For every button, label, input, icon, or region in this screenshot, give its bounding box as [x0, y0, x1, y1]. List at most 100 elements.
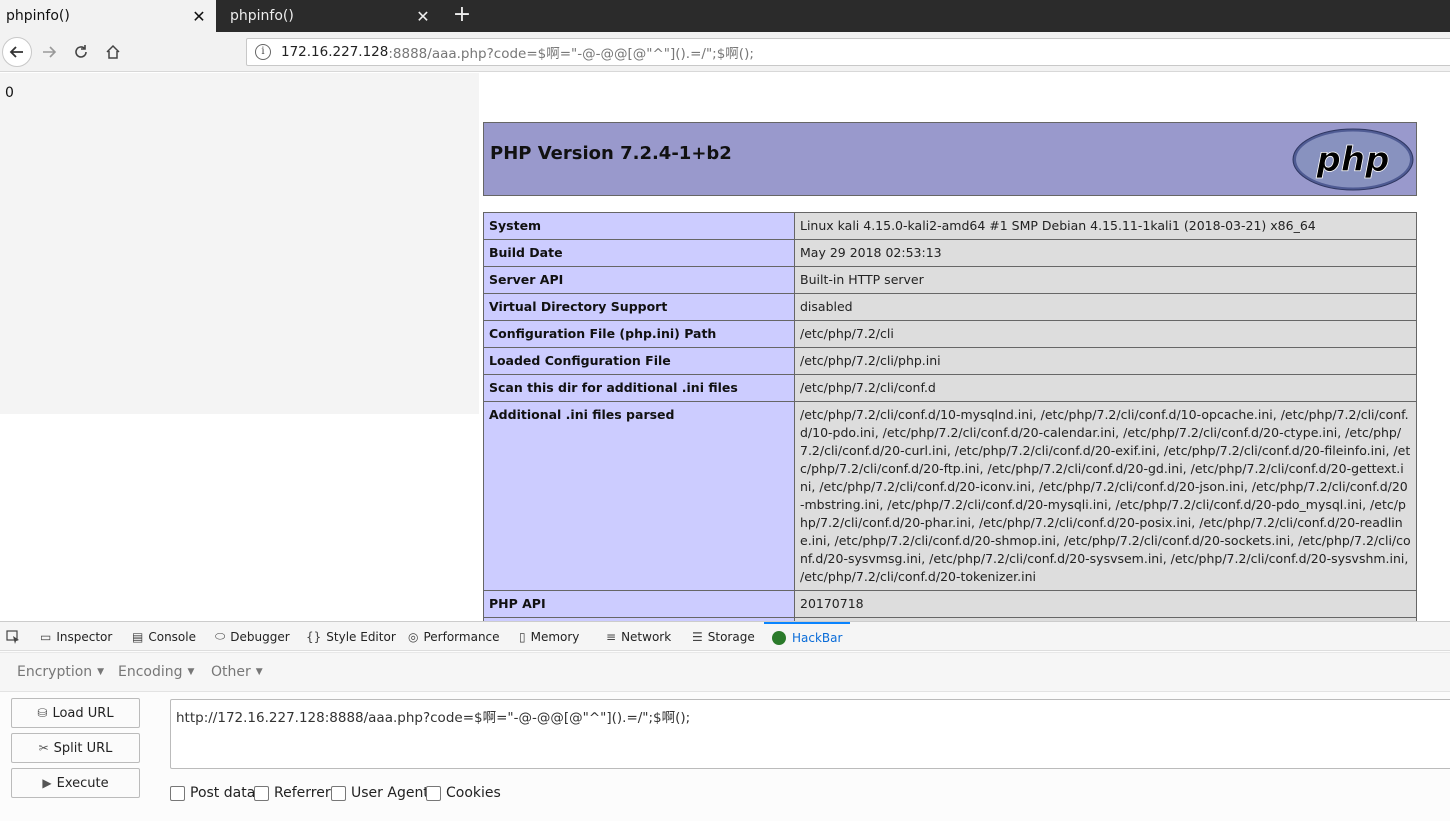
devtools-tab-label: Storage [707, 629, 755, 644]
menu-label: Encryption [17, 664, 93, 680]
page-content: 0 PHP Version 7.2.4-1+b2 php System Linux… [0, 73, 1450, 621]
tab-hackbar[interactable]: HackBar [764, 622, 851, 651]
execute-button[interactable]: ▶ Execute [11, 768, 140, 798]
menu-encryption[interactable]: Encryption ▼ [17, 664, 104, 680]
button-label: Load URL [52, 705, 114, 721]
navigation-toolbar: i 172.16.227.128:8888/aaa.php?code=$啊="-… [0, 32, 1450, 72]
hackbar-url-textarea[interactable]: http://172.16.227.128:8888/aaa.php?code=… [170, 699, 1450, 769]
php-info-value: /etc/php/7.2/cli/conf.d/10-mysqlnd.ini, … [794, 401, 1417, 591]
cookies-checkbox[interactable]: Cookies [426, 785, 501, 801]
new-tab-button[interactable]: + [448, 0, 476, 32]
php-info-key: Configuration File (php.ini) Path [483, 320, 795, 348]
php-info-value: /etc/php/7.2/cli [794, 320, 1417, 348]
element-picker-icon [6, 629, 19, 644]
php-info-key: Server API [483, 266, 795, 294]
back-button[interactable] [2, 37, 32, 67]
devtools-toolbar: ▭ Inspector ▤ Console ⬭ Debugger {} Style Ed… [0, 622, 1450, 651]
menu-other[interactable]: Other ▼ [211, 664, 263, 680]
hackbar-menu-bar: Encryption ▼ Encoding ▼ Other ▼ [0, 652, 1450, 692]
php-info-value: 20170718 [794, 590, 1417, 618]
php-info-row: PHP API 20170718 [483, 590, 1417, 618]
address-bar[interactable]: i 172.16.227.128:8888/aaa.php?code=$啊="-… [246, 38, 1450, 66]
php-info-key: Virtual Directory Support [483, 293, 795, 321]
button-label: Execute [56, 775, 109, 791]
browser-tab-active[interactable]: phpinfo() ✕ [0, 0, 216, 32]
php-info-value: /etc/php/7.2/cli/conf.d [794, 374, 1417, 402]
browser-tab[interactable]: phpinfo() ✕ [224, 0, 440, 32]
console-icon: ▤ [132, 629, 144, 644]
checkbox-box[interactable] [331, 785, 346, 801]
tab-inspector[interactable]: ▭ Inspector [40, 622, 112, 651]
devtools-tab-label: HackBar [792, 630, 843, 645]
close-icon[interactable]: ✕ [190, 7, 208, 26]
checkbox-box[interactable] [170, 785, 185, 801]
echo-output-text: 0 [5, 85, 14, 101]
chevron-down-icon: ▼ [97, 667, 105, 677]
forward-button[interactable] [34, 37, 64, 67]
checkbox-box[interactable] [426, 785, 441, 801]
split-url-button[interactable]: ✂ Split URL [11, 733, 140, 763]
php-info-value: Built-in HTTP server [794, 266, 1417, 294]
referrer-checkbox[interactable]: Referrer [254, 785, 331, 801]
php-info-key: System [483, 212, 795, 240]
php-info-value: disabled [794, 293, 1417, 321]
tab-network[interactable]: ≡ Network [606, 622, 671, 651]
home-button[interactable] [98, 37, 128, 67]
php-info-key: Additional .ini files parsed [483, 401, 795, 591]
devtools-tab-label: Inspector [56, 629, 113, 644]
back-arrow-icon [9, 46, 23, 58]
reload-button[interactable] [66, 37, 96, 67]
inspector-icon: ▭ [40, 629, 52, 644]
element-picker-button[interactable] [6, 622, 20, 651]
braces-icon: {} [306, 629, 322, 644]
php-info-value: /etc/php/7.2/cli/php.ini [794, 347, 1417, 375]
tab-performance[interactable]: ◎ Performance [408, 622, 500, 651]
php-info-row: Additional .ini files parsed/etc/php/7.2… [483, 401, 1417, 591]
post-data-checkbox[interactable]: Post data [170, 785, 255, 801]
php-info-row: Loaded Configuration File/etc/php/7.2/cl… [483, 347, 1417, 375]
scissors-icon: ✂ [38, 741, 49, 755]
devtools-tab-label: Memory [530, 629, 580, 644]
chevron-down-icon: ▼ [255, 667, 263, 677]
browser-tab-bar: phpinfo() ✕ phpinfo() ✕ + [0, 0, 1450, 32]
chevron-down-icon: ▼ [187, 667, 195, 677]
php-info-key: Build Date [483, 239, 795, 267]
php-info-table: System Linux kali 4.15.0-kali2-amd64 #1 S… [483, 212, 1417, 621]
debugger-icon: ⬭ [215, 629, 226, 643]
load-url-icon: ⛁ [37, 706, 48, 720]
network-icon: ≡ [606, 629, 617, 644]
forward-arrow-icon [43, 46, 57, 58]
php-info-row: Build Date May 29 2018 02:53:13 [483, 239, 1417, 267]
tab-console[interactable]: ▤ Console [132, 622, 196, 651]
checkbox-box[interactable] [254, 785, 269, 801]
user-agent-checkbox[interactable]: User Agent [331, 785, 429, 801]
info-icon[interactable]: i [255, 44, 271, 60]
url-host: 172.16.227.128 [281, 44, 389, 60]
devtools-tab-label: Console [148, 629, 196, 644]
php-info-row: System Linux kali 4.15.0-kali2-amd64 #1 S… [483, 212, 1417, 240]
tab-storage[interactable]: ☰ Storage [692, 622, 755, 651]
php-info-key: Scan this dir for additional .ini files [483, 374, 795, 402]
devtools-tab-label: Debugger [230, 629, 290, 644]
load-url-button[interactable]: ⛁ Load URL [11, 698, 140, 728]
tab-style-editor[interactable]: {} Style Editor [306, 622, 396, 651]
menu-label: Other [211, 664, 251, 680]
tab-debugger[interactable]: ⬭ Debugger [215, 622, 290, 651]
php-info-key: PHP API [483, 590, 795, 618]
devtools-panel: ▭ Inspector ▤ Console ⬭ Debugger {} Style Ed… [0, 621, 1450, 821]
home-icon [106, 44, 120, 59]
close-icon[interactable]: ✕ [414, 7, 432, 26]
php-logo-text: php [1316, 140, 1390, 180]
php-info-row: Server API Built-in HTTP server [483, 266, 1417, 294]
tab-title: phpinfo() [230, 8, 294, 24]
tab-memory[interactable]: ▯ Memory [519, 622, 579, 651]
php-info-value: May 29 2018 02:53:13 [794, 239, 1417, 267]
php-version-header: PHP Version 7.2.4-1+b2 php [483, 122, 1417, 196]
performance-icon: ◎ [408, 629, 419, 644]
memory-icon: ▯ [519, 629, 526, 644]
echo-output-panel: 0 [0, 73, 479, 414]
menu-encoding[interactable]: Encoding ▼ [118, 664, 194, 680]
button-label: Split URL [53, 740, 113, 756]
checkbox-label: Cookies [446, 785, 501, 801]
checkbox-label: Referrer [274, 785, 331, 801]
